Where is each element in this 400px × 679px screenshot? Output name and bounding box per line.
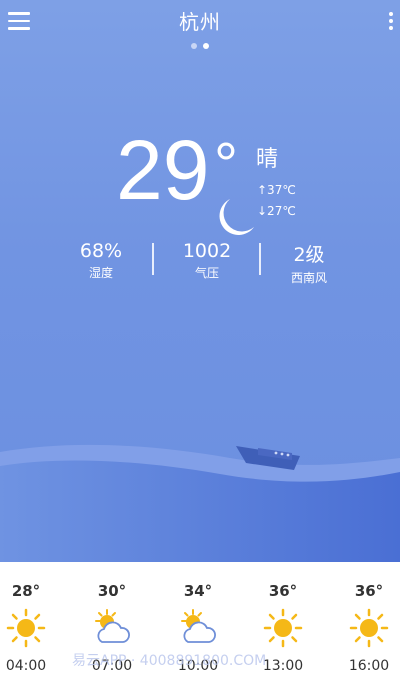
stat-humidity: 68% 湿度 — [41, 240, 161, 281]
wind-value: 2级 — [293, 244, 325, 266]
hour-temp: 36° — [268, 582, 298, 600]
humidity-value: 68% — [79, 240, 123, 262]
wind-label: 西南风 — [290, 271, 327, 285]
temperature-high: ↑37℃ — [257, 183, 296, 197]
partly-cloudy-icon — [95, 609, 130, 643]
top-bar: 杭州 — [0, 0, 400, 50]
city-name: 杭州 — [179, 10, 221, 34]
page-dot-active[interactable] — [203, 43, 209, 49]
stat-wind: 2级 西南风 — [249, 240, 369, 286]
degree-symbol: ° — [214, 131, 238, 198]
sun-icon — [349, 608, 389, 648]
hour-temp: 34° — [183, 582, 213, 600]
waves-illustration — [0, 444, 400, 562]
sun-icon — [6, 608, 46, 648]
humidity-label: 湿度 — [88, 266, 113, 280]
divider — [152, 243, 154, 275]
sun-icon — [263, 608, 303, 648]
watermark-text: 易云APP · 4008891800.COM — [72, 653, 267, 669]
hour-time: 04:00 — [5, 658, 47, 674]
more-vertical-icon[interactable] — [388, 12, 394, 32]
page-indicator — [0, 34, 400, 53]
weather-background: 杭州 29 ° 晴 ↑37℃ ↓27℃ 68% 湿度 1002 气压 2级 西南… — [0, 0, 400, 562]
moon-icon — [219, 199, 254, 235]
hour-temp: 30° — [97, 582, 127, 600]
partly-cloudy-icon — [181, 609, 216, 643]
hour-temp: 28° — [11, 582, 41, 600]
hour-temp: 36° — [354, 582, 384, 600]
current-temperature: 29 — [116, 123, 210, 217]
divider — [259, 243, 261, 275]
weather-stats: 68% 湿度 1002 气压 2级 西南风 — [0, 240, 400, 286]
weather-condition: 晴 — [256, 147, 279, 172]
page-dot[interactable] — [191, 43, 197, 49]
temperature-low: ↓27℃ — [257, 204, 296, 218]
